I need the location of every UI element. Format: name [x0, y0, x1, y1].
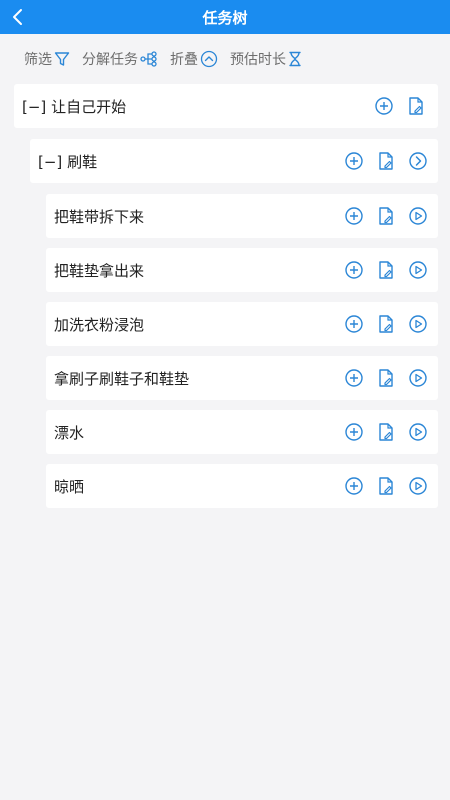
tree-branch-icon: [140, 51, 157, 67]
node-actions: [364, 94, 428, 118]
node-title: 拿刷子刷鞋子和鞋垫: [54, 369, 190, 388]
play-circle-icon: [409, 207, 427, 225]
node-actions: [334, 149, 430, 173]
add-subtask-button[interactable]: [342, 366, 366, 390]
edit-task-button[interactable]: [374, 366, 398, 390]
add-circle-icon: [345, 423, 363, 441]
add-subtask-button[interactable]: [342, 474, 366, 498]
start-task-button[interactable]: [406, 474, 430, 498]
collapse-toggle[interactable]: [−]: [22, 98, 46, 116]
tree-node-child[interactable]: [−] 刷鞋: [30, 139, 438, 183]
back-chevron-icon[interactable]: [8, 7, 28, 27]
estimate-label: 预估时长: [230, 52, 286, 68]
edit-task-button[interactable]: [374, 420, 398, 444]
start-task-button[interactable]: [406, 312, 430, 336]
play-circle-icon: [409, 369, 427, 387]
start-task-button[interactable]: [406, 258, 430, 282]
node-title: 刷鞋: [67, 152, 98, 171]
node-actions: [334, 420, 430, 444]
open-task-button[interactable]: [406, 149, 430, 173]
chevron-right-circle-icon: [409, 152, 427, 170]
node-title: 把鞋垫拿出来: [54, 261, 145, 280]
play-circle-icon: [409, 477, 427, 495]
tree-node-leaf[interactable]: 晾晒: [46, 464, 438, 508]
node-actions: [334, 366, 430, 390]
add-circle-icon: [375, 97, 393, 115]
node-actions: [334, 312, 430, 336]
start-task-button[interactable]: [406, 420, 430, 444]
add-subtask-button[interactable]: [342, 258, 366, 282]
edit-document-icon: [379, 261, 393, 279]
edit-task-button[interactable]: [374, 312, 398, 336]
play-circle-icon: [409, 315, 427, 333]
collapse-up-icon: [200, 50, 218, 68]
edit-document-icon: [379, 207, 393, 225]
edit-document-icon: [379, 423, 393, 441]
node-actions: [334, 474, 430, 498]
page-title: 任务树: [202, 8, 248, 27]
add-subtask-button[interactable]: [342, 312, 366, 336]
filter-funnel-icon: [54, 52, 70, 66]
add-subtask-button[interactable]: [342, 149, 366, 173]
edit-task-button[interactable]: [374, 474, 398, 498]
tree-node-leaf[interactable]: 把鞋带拆下来: [46, 194, 438, 238]
node-actions: [334, 258, 430, 282]
play-circle-icon: [409, 423, 427, 441]
node-title: 晾晒: [54, 477, 85, 496]
node-label: [−] 让自己开始: [22, 96, 126, 117]
edit-document-icon: [409, 97, 423, 115]
top-bar: 任务树: [0, 0, 450, 34]
tree-node-leaf[interactable]: 漂水: [46, 410, 438, 454]
edit-task-button[interactable]: [374, 204, 398, 228]
decompose-task-button[interactable]: 分解任务: [82, 49, 158, 69]
add-subtask-button[interactable]: [342, 204, 366, 228]
node-title: 加洗衣粉浸泡: [54, 315, 145, 334]
edit-task-button[interactable]: [404, 94, 428, 118]
node-actions: [334, 204, 430, 228]
add-circle-icon: [345, 315, 363, 333]
add-circle-icon: [345, 261, 363, 279]
estimate-duration-button[interactable]: 预估时长: [230, 49, 302, 69]
add-subtask-button[interactable]: [342, 420, 366, 444]
edit-task-button[interactable]: [374, 258, 398, 282]
add-subtask-button[interactable]: [372, 94, 396, 118]
decompose-label: 分解任务: [82, 52, 138, 68]
tree-node-leaf[interactable]: 拿刷子刷鞋子和鞋垫: [46, 356, 438, 400]
collapse-toggle[interactable]: [−]: [38, 153, 62, 171]
edit-document-icon: [379, 152, 393, 170]
collapse-button[interactable]: 折叠: [170, 49, 218, 69]
collapse-label: 折叠: [170, 52, 198, 68]
toolbar: 筛选 分解任务 折叠 预估时长: [0, 34, 450, 84]
add-circle-icon: [345, 369, 363, 387]
tree-node-leaf[interactable]: 加洗衣粉浸泡: [46, 302, 438, 346]
hourglass-icon: [289, 51, 301, 67]
filter-button[interactable]: 筛选: [24, 49, 70, 69]
edit-document-icon: [379, 369, 393, 387]
node-label: [−] 刷鞋: [38, 151, 97, 172]
edit-task-button[interactable]: [374, 149, 398, 173]
node-title: 漂水: [54, 423, 85, 442]
tree-node-leaf[interactable]: 把鞋垫拿出来: [46, 248, 438, 292]
edit-document-icon: [379, 315, 393, 333]
play-circle-icon: [409, 261, 427, 279]
add-circle-icon: [345, 477, 363, 495]
add-circle-icon: [345, 207, 363, 225]
start-task-button[interactable]: [406, 366, 430, 390]
node-title: 把鞋带拆下来: [54, 207, 145, 226]
filter-label: 筛选: [24, 52, 52, 68]
start-task-button[interactable]: [406, 204, 430, 228]
edit-document-icon: [379, 477, 393, 495]
node-title: 让自己开始: [51, 97, 127, 116]
add-circle-icon: [345, 152, 363, 170]
tree-node-root[interactable]: [−] 让自己开始: [14, 84, 438, 128]
